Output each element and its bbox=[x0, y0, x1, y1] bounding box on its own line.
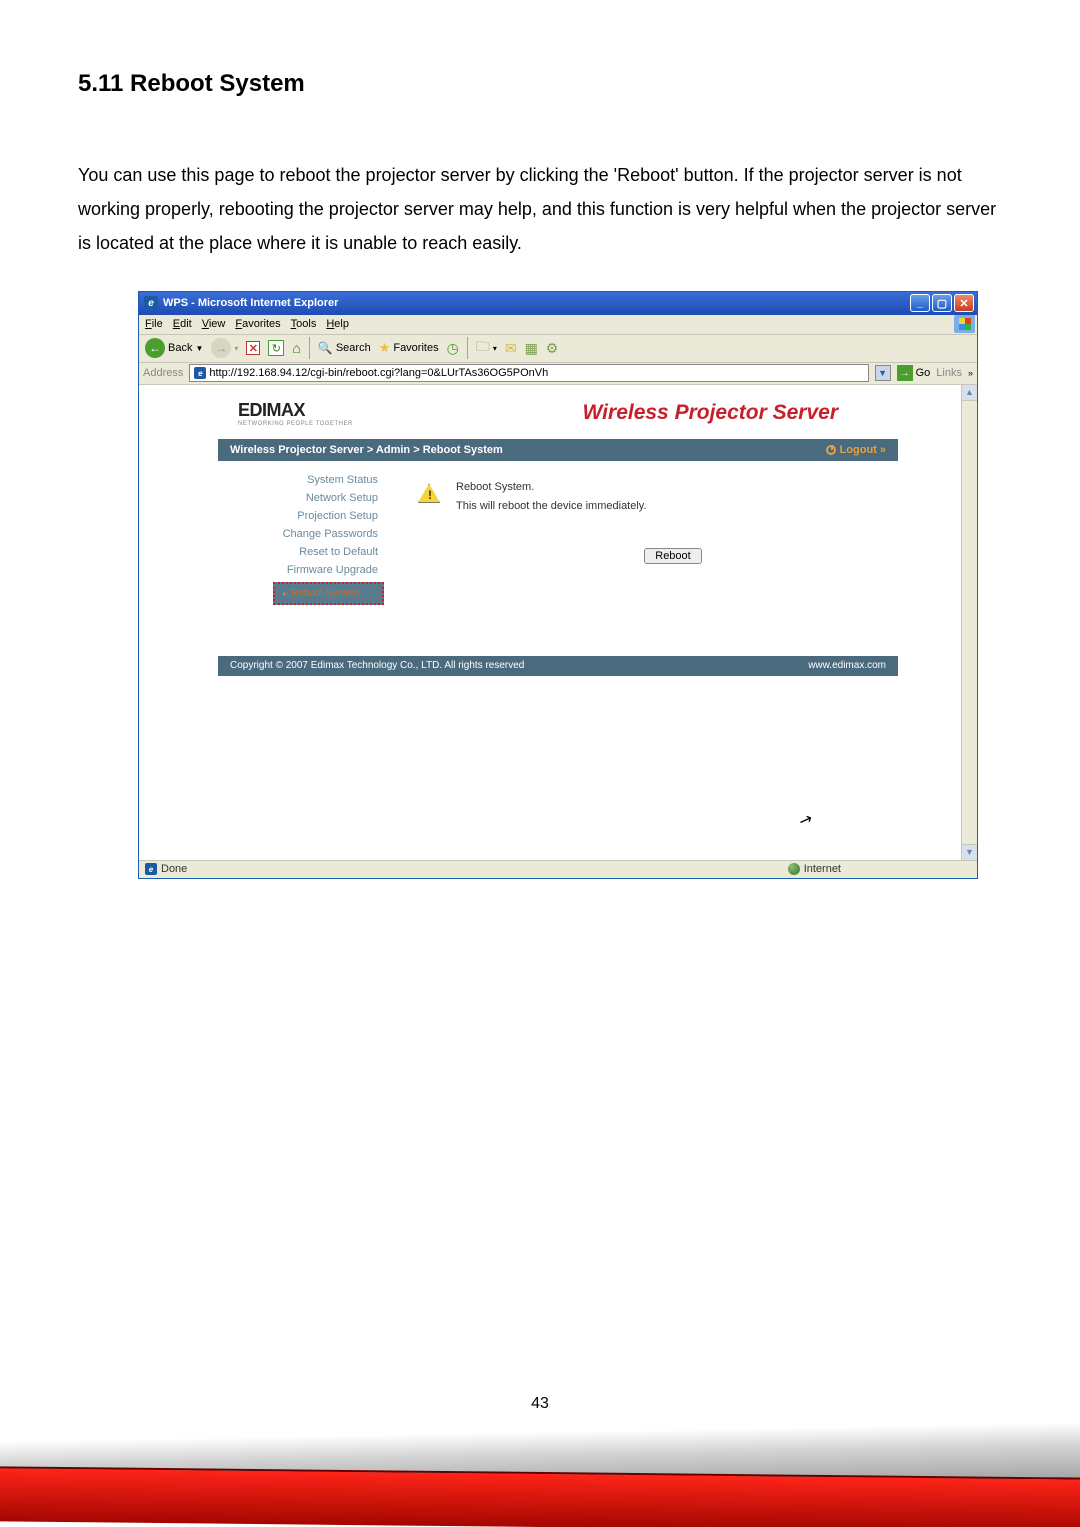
globe-icon bbox=[788, 863, 800, 875]
page-number: 43 bbox=[0, 1395, 1080, 1413]
go-button[interactable]: → Go bbox=[897, 365, 931, 381]
footer-url: www.edimax.com bbox=[808, 660, 886, 671]
home-icon: ⌂ bbox=[292, 340, 300, 356]
section-description: You can use this page to reboot the proj… bbox=[78, 158, 1002, 261]
search-icon: 🔍 bbox=[318, 341, 333, 355]
history-icon: ◷ bbox=[447, 340, 459, 357]
history-button[interactable]: ◷ bbox=[445, 338, 461, 359]
star-icon: ★ bbox=[379, 340, 391, 356]
banner-title: Wireless Projector Server bbox=[583, 401, 838, 425]
misc-button-3[interactable]: ⚙ bbox=[544, 338, 561, 359]
close-button[interactable]: ✕ bbox=[954, 294, 974, 312]
statusbar: e Done Internet bbox=[139, 860, 977, 878]
brand-tagline: NETWORKING PEOPLE TOGETHER bbox=[238, 421, 353, 427]
menu-edit[interactable]: Edit bbox=[173, 318, 192, 330]
addressbar: Address e http://192.168.94.12/cgi-bin/r… bbox=[139, 363, 977, 385]
logout-button[interactable]: Logout » bbox=[826, 444, 886, 456]
content-desc: This will reboot the device immediately. bbox=[456, 500, 647, 512]
breadcrumb: Wireless Projector Server > Admin > Rebo… bbox=[230, 444, 503, 456]
ie-icon: e bbox=[144, 296, 158, 310]
search-button[interactable]: 🔍Search bbox=[316, 339, 373, 357]
forward-button[interactable]: → ▾ bbox=[209, 336, 240, 360]
content-title: Reboot System. bbox=[456, 481, 647, 493]
page-border-deco bbox=[0, 1417, 1080, 1527]
go-arrow-icon: → bbox=[897, 365, 913, 381]
sidebar-item-network-setup[interactable]: Network Setup bbox=[218, 489, 388, 507]
back-arrow-icon: ← bbox=[145, 338, 165, 358]
refresh-icon: ↻ bbox=[268, 340, 284, 356]
admin-sidebar: System Status Network Setup Projection S… bbox=[218, 461, 388, 621]
misc-button-2[interactable]: ▦ bbox=[523, 338, 540, 359]
titlebar: e WPS - Microsoft Internet Explorer _ ▢ … bbox=[139, 292, 977, 315]
stop-icon: ✕ bbox=[246, 341, 260, 355]
mail-button[interactable]: ✉ bbox=[503, 338, 519, 359]
menu-help[interactable]: Help bbox=[326, 318, 349, 330]
toolbar: ← Back ▼ → ▾ ✕ ↻ ⌂ 🔍Search ★Favorites ◷ … bbox=[139, 335, 977, 363]
address-input[interactable]: e http://192.168.94.12/cgi-bin/reboot.cg… bbox=[189, 364, 868, 382]
back-button[interactable]: ← Back ▼ bbox=[143, 336, 205, 360]
minimize-button[interactable]: _ bbox=[910, 294, 930, 312]
section-title: 5.11 Reboot System bbox=[78, 70, 1002, 98]
brand-logo: EDIMAX bbox=[238, 400, 305, 420]
security-zone: Internet bbox=[804, 863, 841, 875]
links-label[interactable]: Links bbox=[936, 367, 962, 379]
sidebar-item-change-passwords[interactable]: Change Passwords bbox=[218, 525, 388, 543]
sidebar-item-reboot-system[interactable]: ▸ Reboot System bbox=[273, 582, 384, 605]
refresh-button[interactable]: ↻ bbox=[266, 338, 286, 358]
menubar: File Edit View Favorites Tools Help bbox=[139, 315, 977, 335]
maximize-button[interactable]: ▢ bbox=[932, 294, 952, 312]
menu-favorites[interactable]: Favorites bbox=[235, 318, 280, 330]
favorites-button[interactable]: ★Favorites bbox=[377, 338, 441, 358]
breadcrumb-bar: Wireless Projector Server > Admin > Rebo… bbox=[218, 439, 898, 461]
menu-tools[interactable]: Tools bbox=[291, 318, 317, 330]
power-icon bbox=[826, 445, 836, 455]
reboot-button[interactable]: Reboot bbox=[644, 548, 701, 564]
address-dropdown[interactable]: ▼ bbox=[875, 365, 891, 381]
page-viewport: ▲ ▼ EDIMAX NETWORKING PEOPLE TOGETHER Wi… bbox=[139, 385, 977, 860]
scroll-up-icon[interactable]: ▲ bbox=[962, 385, 977, 401]
menu-view[interactable]: View bbox=[202, 318, 226, 330]
cursor-icon: ↖ bbox=[796, 808, 815, 831]
ie-small-icon: e bbox=[145, 863, 157, 875]
mail-icon: ✉ bbox=[505, 340, 517, 357]
sidebar-item-system-status[interactable]: System Status bbox=[218, 471, 388, 489]
sidebar-item-projection-setup[interactable]: Projection Setup bbox=[218, 507, 388, 525]
misc-button-1[interactable]: 🗀▾ bbox=[474, 334, 499, 362]
footer-copyright: Copyright © 2007 Edimax Technology Co., … bbox=[230, 660, 524, 671]
menu-file[interactable]: File bbox=[145, 318, 163, 330]
address-label: Address bbox=[143, 367, 183, 379]
chevron-right-icon[interactable]: » bbox=[968, 368, 973, 378]
status-text: Done bbox=[161, 863, 187, 875]
stop-button[interactable]: ✕ bbox=[244, 339, 262, 357]
window-title: WPS - Microsoft Internet Explorer bbox=[163, 297, 338, 309]
sidebar-item-reset-to-default[interactable]: Reset to Default bbox=[218, 543, 388, 561]
link-icon: ⚙ bbox=[546, 340, 559, 357]
windows-flag-icon bbox=[954, 315, 975, 333]
content-pane: Reboot System. This will reboot the devi… bbox=[388, 461, 898, 621]
url-text: http://192.168.94.12/cgi-bin/reboot.cgi?… bbox=[209, 367, 548, 379]
browser-window: e WPS - Microsoft Internet Explorer _ ▢ … bbox=[138, 291, 978, 879]
page-icon: ▦ bbox=[525, 340, 538, 357]
page-footer: Copyright © 2007 Edimax Technology Co., … bbox=[218, 656, 898, 676]
forward-arrow-icon: → bbox=[211, 338, 231, 358]
warning-icon bbox=[418, 484, 440, 503]
page-icon: e bbox=[194, 367, 206, 379]
folder-icon: 🗀 bbox=[476, 336, 490, 360]
scroll-down-icon[interactable]: ▼ bbox=[962, 844, 977, 860]
arrow-icon: ▸ bbox=[283, 589, 287, 598]
sidebar-item-firmware-upgrade[interactable]: Firmware Upgrade bbox=[218, 561, 388, 579]
scrollbar[interactable]: ▲ ▼ bbox=[961, 385, 977, 860]
home-button[interactable]: ⌂ bbox=[290, 338, 302, 358]
